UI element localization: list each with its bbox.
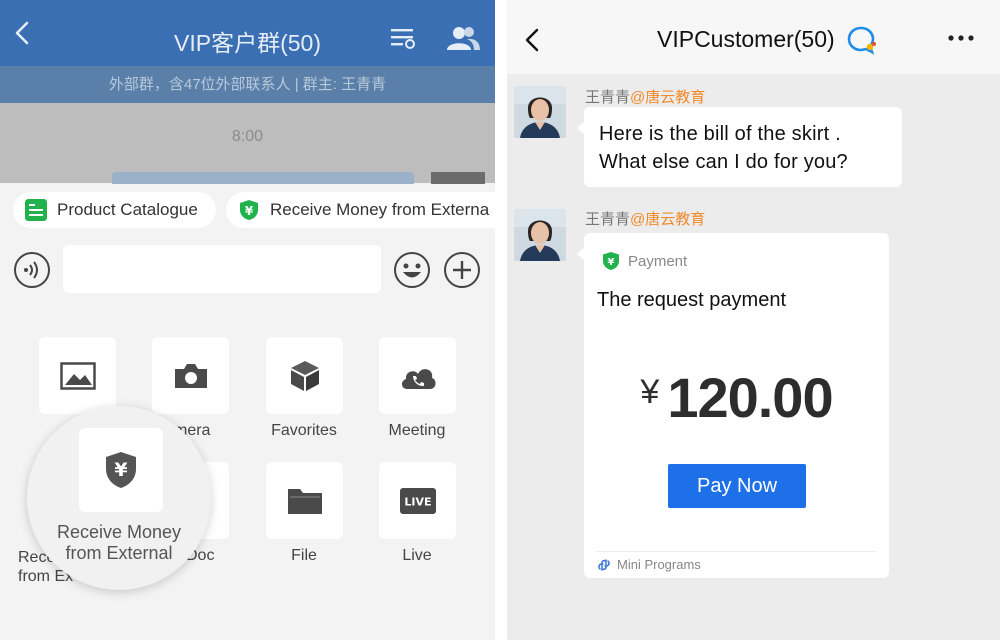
currency-symbol: ¥	[640, 373, 660, 411]
chip-label: Product Catalogue	[57, 200, 198, 219]
sender-name-text: 王青青	[585, 89, 631, 106]
chip-receive-money[interactable]: ¥ Receive Money from Externa	[226, 192, 495, 228]
chip-label: Receive Money from Externa	[270, 200, 490, 219]
magnifier-highlight: ¥ Receive Money from External	[27, 406, 211, 590]
more-icon[interactable]	[947, 34, 975, 42]
payment-amount: ¥120.00	[584, 365, 889, 430]
avatar-portrait	[514, 209, 566, 261]
mini-program-icon	[598, 558, 610, 571]
right-screen: VIPCustomer(50) 王青青@唐云教育 Here is the bil…	[507, 0, 1000, 640]
image-icon	[59, 361, 96, 390]
label-line: Receive Money	[56, 522, 182, 542]
camera-icon	[174, 363, 207, 388]
live-icon: LIVE	[399, 487, 436, 514]
external-chat-icon	[847, 26, 876, 55]
tool-file[interactable]	[266, 462, 343, 539]
sender-org: @唐云教育	[630, 211, 706, 228]
label-line: from External	[65, 543, 173, 563]
right-header-title: VIPCustomer(50)	[657, 26, 835, 52]
plus-icon[interactable]	[443, 251, 481, 289]
magnifier-label: Receive Money from External	[27, 522, 211, 564]
tool-label-favorites: Favorites	[271, 422, 337, 439]
amount-value: 120.00	[667, 366, 833, 429]
tool-camera[interactable]	[152, 337, 229, 414]
svg-text:¥: ¥	[608, 257, 615, 268]
tool-label-meeting: Meeting	[388, 422, 446, 439]
payment-card-title: Payment	[628, 252, 688, 270]
payment-card[interactable]: ¥ Payment The request payment ¥120.00 Pa…	[577, 233, 889, 578]
tool-meeting[interactable]	[379, 337, 456, 414]
sender-name-text: 王青青	[585, 211, 631, 228]
yuan-shield-icon: ¥	[106, 452, 136, 488]
phone-cloud-icon	[401, 368, 436, 389]
svg-text:LIVE: LIVE	[404, 495, 431, 508]
tool-live[interactable]: LIVE	[379, 462, 456, 539]
catalogue-icon	[25, 199, 47, 221]
screenshot-root: VIP客户群(50) 外部群，含47位外部联系人 | 群主: 王青青 8:00	[0, 0, 1000, 640]
chip-product-catalogue[interactable]: Product Catalogue	[13, 192, 216, 228]
panel-divider	[495, 0, 507, 640]
tool-label-file: File	[291, 547, 317, 564]
voice-icon[interactable]	[13, 251, 51, 289]
message-line: What else can I do for you?	[599, 151, 848, 173]
svg-text:¥: ¥	[114, 459, 127, 481]
back-icon[interactable]	[521, 26, 543, 54]
tool-label-live: Live	[402, 547, 432, 564]
message-text: Here is the bill of the skirt . What els…	[599, 120, 899, 176]
members-icon[interactable]	[445, 24, 481, 52]
folder-icon	[287, 488, 322, 514]
message-input[interactable]	[63, 245, 381, 293]
avatar[interactable]	[514, 86, 566, 138]
message-line: Here is the bill of the skirt .	[599, 123, 841, 145]
message-input-row	[0, 240, 495, 300]
emoji-icon[interactable]	[393, 251, 431, 289]
tool-favorites[interactable]	[266, 337, 343, 414]
avatar[interactable]	[514, 209, 566, 261]
left-header-title: VIP客户群(50)	[174, 30, 321, 56]
group-info-bar: 外部群，含47位外部联系人 | 群主: 王青青	[0, 66, 495, 103]
svg-text:¥: ¥	[245, 204, 254, 218]
chat-timestamp: 8:00	[231, 128, 264, 145]
tool-receive-money[interactable]: ¥	[79, 428, 163, 512]
left-header: VIP客户群(50)	[0, 0, 495, 66]
left-screen: VIP客户群(50) 外部群，含47位外部联系人 | 群主: 王青青 8:00	[0, 0, 495, 640]
sender-name: 王青青@唐云教育	[585, 208, 705, 229]
payment-request-text: The request payment	[597, 289, 786, 311]
message-bubble[interactable]: Here is the bill of the skirt . What els…	[577, 107, 902, 187]
payment-card-header: ¥ Payment	[602, 251, 687, 271]
card-divider	[596, 551, 876, 552]
mini-programs-label: Mini Programs	[617, 557, 701, 572]
quick-chips-bar: Product Catalogue ¥ Receive Money from E…	[0, 183, 495, 239]
right-header: VIPCustomer(50)	[507, 0, 1000, 74]
sender-name: 王青青@唐云教育	[585, 86, 705, 107]
sender-org: @唐云教育	[630, 89, 706, 106]
pay-now-button[interactable]: Pay Now	[668, 464, 806, 508]
yuan-shield-icon: ¥	[240, 200, 258, 220]
group-menu-icon[interactable]	[390, 26, 416, 50]
mini-programs-footer[interactable]: Mini Programs	[597, 557, 701, 572]
yuan-shield-icon: ¥	[603, 252, 619, 270]
avatar-portrait	[514, 86, 566, 138]
cube-icon	[290, 360, 319, 391]
tool-album[interactable]	[39, 337, 116, 414]
chat-area-dimmed: 8:00	[0, 103, 495, 184]
